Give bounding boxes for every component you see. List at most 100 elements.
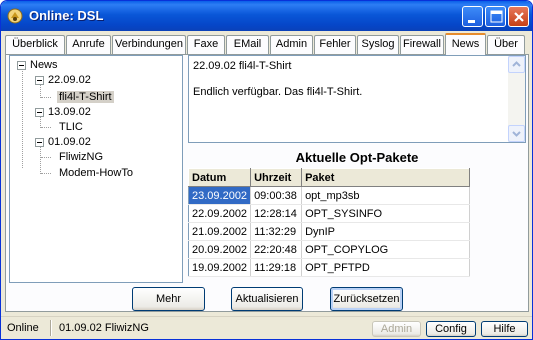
tab-label: Faxe [193,38,219,50]
tab-label: Überblick [12,38,58,50]
app-window: Online: DSL Überblick Anrufe Verbindunge… [0,0,533,340]
news-body: Endlich verfügbar. Das fli4l-T-Shirt. [193,86,363,98]
cell-paket: OPT_COPYLOG [301,240,470,259]
table-row[interactable]: 23.09.2002 09:00:38 opt_mp3sb [188,186,470,205]
status-separator [50,320,52,336]
tab-label: Anrufe [72,38,105,50]
tree-node-label: 13.09.02 [48,106,91,118]
news-tree[interactable]: News 22.09.02 fli4l-T-Shirt 13.09.02 TLI… [9,55,183,283]
cell-datum: 21.09.2002 [188,222,252,241]
table-row[interactable]: 19.09.2002 11:29:18 OPT_PFTPD [188,258,470,277]
collapse-icon[interactable] [35,75,44,85]
news-scrollbar[interactable] [508,56,525,142]
admin-button[interactable]: Admin [372,321,421,337]
chevron-up-icon [512,61,521,67]
tab-faxe[interactable]: Faxe [187,35,225,54]
collapse-icon[interactable] [35,137,44,147]
tree-node-label: 01.09.02 [48,136,91,148]
tab-label: EMail [233,38,262,50]
tab-label: Verbindungen [115,38,183,50]
tree-node-root[interactable]: News [17,58,58,72]
tab-fehler[interactable]: Fehler [314,35,356,54]
tree-node-label: Modem-HowTo [59,167,133,179]
title-bar[interactable]: Online: DSL [1,1,532,31]
cell-uhrzeit: 12:28:14 [250,204,303,223]
status-state: Online [7,322,39,334]
tab-strip: Überblick Anrufe Verbindungen Faxe EMail… [5,33,530,55]
tab-label: Syslog [361,38,395,50]
tab-label: News [451,38,480,50]
tab-ueber[interactable]: Über [487,35,525,54]
tree-node-label: 22.09.02 [48,74,91,86]
tree-guide-line [22,68,23,168]
tree-node-label: News [30,59,58,71]
tab-label: Fehler [319,38,351,50]
chevron-down-icon [512,131,521,137]
help-button[interactable]: Hilfe [481,321,528,337]
reset-button[interactable]: Zurücksetzen [330,287,403,311]
cell-uhrzeit: 22:20:48 [250,240,303,259]
tab-label: Firewall [403,38,441,50]
tree-guide-line [41,127,51,128]
tree-guide-line [41,97,51,98]
table-row[interactable]: 22.09.2002 12:28:14 OPT_SYSINFO [188,204,470,223]
tab-verbindungen[interactable]: Verbindungen [112,35,186,54]
tree-node-label: fli4l-T-Shirt [57,91,114,103]
cell-paket: DynIP [301,222,470,241]
opt-packages-title: Aktuelle Opt-Pakete [295,150,419,165]
window-title: Online: DSL [29,8,104,23]
tab-syslog[interactable]: Syslog [357,35,399,54]
table-row[interactable]: 21.09.2002 11:32:29 DynIP [188,222,470,241]
status-info: 01.09.02 FliwizNG [59,322,149,334]
tree-node-item[interactable]: FliwizNG [59,150,103,164]
cell-datum: 22.09.2002 [188,204,252,223]
tree-node-date[interactable]: 01.09.02 [35,135,91,149]
tab-news[interactable]: News [445,33,486,55]
status-bar: Online 01.09.02 FliwizNG Admin Config Hi… [1,316,532,339]
collapse-icon[interactable] [35,107,44,117]
cell-uhrzeit: 11:29:18 [250,258,303,277]
column-header-paket[interactable]: Paket [301,168,470,187]
cell-datum: 19.09.2002 [188,258,252,277]
config-button[interactable]: Config [426,321,476,337]
scroll-up-button[interactable] [508,56,525,73]
collapse-icon[interactable] [17,60,26,70]
tree-node-label: TLIC [59,121,83,133]
tree-node-date[interactable]: 22.09.02 [35,73,91,87]
tab-label: Admin [275,38,308,50]
tree-node-item-selected[interactable]: fli4l-T-Shirt [57,90,114,104]
tab-ueberblick[interactable]: Überblick [5,35,65,54]
opt-packages-section: Aktuelle Opt-Pakete Datum Uhrzeit Paket … [187,147,526,283]
cell-paket: OPT_SYSINFO [301,204,470,223]
column-header-datum[interactable]: Datum [187,168,252,187]
news-heading: 22.09.02 fli4l-T-Shirt [193,60,292,72]
more-button[interactable]: Mehr [132,287,205,311]
tab-email[interactable]: EMail [226,35,269,54]
tree-guide-line [41,157,51,158]
maximize-button[interactable] [485,6,506,27]
tree-node-item[interactable]: TLIC [59,120,83,134]
opt-packages-table: Datum Uhrzeit Paket 23.09.2002 09:00:38 … [187,168,470,277]
cell-paket: OPT_PFTPD [301,258,470,277]
cell-uhrzeit: 09:00:38 [250,186,303,205]
minimize-button[interactable] [462,6,483,27]
app-icon [7,8,23,24]
column-header-uhrzeit[interactable]: Uhrzeit [250,168,303,187]
news-text-area[interactable]: 22.09.02 fli4l-T-Shirt Endlich verfügbar… [188,55,526,143]
scroll-down-button[interactable] [508,125,525,142]
tab-admin[interactable]: Admin [270,35,313,54]
tab-anrufe[interactable]: Anrufe [66,35,111,54]
tree-node-label: FliwizNG [59,151,103,163]
cell-paket: opt_mp3sb [301,186,470,205]
table-row[interactable]: 20.09.2002 22:20:48 OPT_COPYLOG [188,240,470,259]
cell-uhrzeit: 11:32:29 [250,222,303,241]
tree-guide-line [41,173,51,174]
tab-label: Über [494,38,518,50]
tab-firewall[interactable]: Firewall [400,35,444,54]
tree-node-date[interactable]: 13.09.02 [35,105,91,119]
tree-node-item[interactable]: Modem-HowTo [59,166,133,180]
close-button[interactable] [508,6,529,27]
cell-datum: 23.09.2002 [188,186,252,205]
cell-datum: 20.09.2002 [188,240,252,259]
refresh-button[interactable]: Aktualisieren [231,287,303,311]
